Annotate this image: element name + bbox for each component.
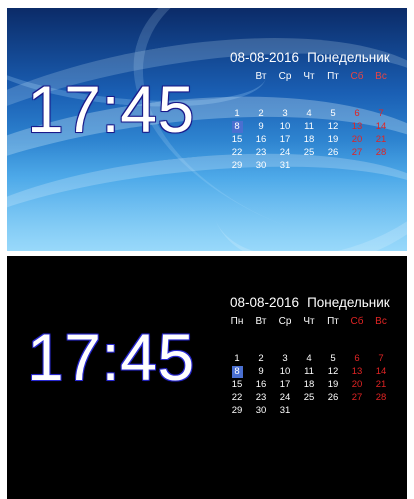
calendar-day: 29 xyxy=(231,160,243,171)
calendar-day: 6 xyxy=(354,108,360,119)
weekday-mon: Пн xyxy=(230,316,244,327)
calendar-grid: Пн Вт Ср Чт Пт Сб Вс 1 2 3 4 5 6 7 8 9 1… xyxy=(225,314,397,417)
calendar-day: 25 xyxy=(303,147,315,158)
calendar-day: 25 xyxy=(303,392,315,403)
calendar-day: 2 xyxy=(258,108,264,119)
calendar-day: 9 xyxy=(258,366,264,377)
clock-time: 17:45 xyxy=(27,72,195,146)
calendar-day: 28 xyxy=(375,392,387,403)
calendar-day-name: Понедельник xyxy=(307,295,390,310)
calendar-day: 7 xyxy=(378,108,384,119)
calendar-day: 20 xyxy=(351,134,363,145)
calendar-day: 1 xyxy=(234,108,240,119)
calendar-day: 16 xyxy=(255,379,267,390)
calendar-day: 5 xyxy=(330,353,336,364)
calendar-date: 08-08-2016 xyxy=(230,295,300,310)
calendar-day: 20 xyxy=(351,379,363,390)
calendar-day: 31 xyxy=(279,160,291,171)
clock-panel-wallpaper: 17:45 08-08-2016 Понедельник Пн Вт Ср Чт … xyxy=(7,8,407,251)
calendar-day: 12 xyxy=(327,121,339,132)
clock-time: 17:45 xyxy=(27,320,195,394)
calendar-day: 26 xyxy=(327,147,339,158)
calendar-day: 10 xyxy=(279,121,291,132)
weekday-wed: Ср xyxy=(278,316,292,327)
calendar-header: 08-08-2016 Понедельник xyxy=(225,295,397,311)
calendar-day-today: 8 xyxy=(225,120,249,133)
calendar-day: 30 xyxy=(255,405,267,416)
calendar-date: 08-08-2016 xyxy=(230,50,300,65)
calendar-day: 19 xyxy=(327,379,339,390)
calendar-day-today: 8 xyxy=(225,365,249,378)
calendar-day: 21 xyxy=(375,379,387,390)
calendar-day: 7 xyxy=(378,353,384,364)
weekday-thu: Чт xyxy=(303,316,315,327)
calendar-day: 10 xyxy=(279,366,291,377)
calendar-day: 31 xyxy=(279,405,291,416)
weekday-fri: Пт xyxy=(327,316,339,327)
calendar-widget: 08-08-2016 Понедельник Пн Вт Ср Чт Пт Сб … xyxy=(225,295,397,417)
weekday-sun: Вс xyxy=(375,71,387,82)
calendar-widget: 08-08-2016 Понедельник Пн Вт Ср Чт Пт Сб … xyxy=(225,50,397,172)
calendar-day: 22 xyxy=(231,392,243,403)
calendar-day: 14 xyxy=(375,366,387,377)
calendar-day: 3 xyxy=(282,353,288,364)
today-highlight: 8 xyxy=(231,366,243,378)
calendar-day: 29 xyxy=(231,405,243,416)
calendar-header: 08-08-2016 Понедельник xyxy=(225,50,397,66)
calendar-day: 5 xyxy=(330,108,336,119)
calendar-day: 14 xyxy=(375,121,387,132)
weekday-sat: Сб xyxy=(350,71,364,82)
calendar-day: 22 xyxy=(231,147,243,158)
calendar-day: 3 xyxy=(282,108,288,119)
weekday-tue: Вт xyxy=(255,71,267,82)
calendar-day: 12 xyxy=(327,366,339,377)
calendar-day: 18 xyxy=(303,134,315,145)
calendar-day: 4 xyxy=(306,353,312,364)
calendar-day: 16 xyxy=(255,134,267,145)
calendar-day: 11 xyxy=(304,121,314,132)
clock-panel-black: 17:45 08-08-2016 Понедельник Пн Вт Ср Чт … xyxy=(7,256,407,499)
calendar-day: 28 xyxy=(375,147,387,158)
calendar-day: 2 xyxy=(258,353,264,364)
calendar-day: 13 xyxy=(351,121,363,132)
calendar-day: 27 xyxy=(351,392,363,403)
calendar-day-name: Понедельник xyxy=(307,50,390,65)
calendar-day: 9 xyxy=(258,121,264,132)
weekday-fri: Пт xyxy=(327,71,339,82)
calendar-day: 15 xyxy=(231,134,243,145)
calendar-day: 1 xyxy=(234,353,240,364)
today-highlight: 8 xyxy=(231,121,243,133)
calendar-day: 26 xyxy=(327,392,339,403)
weekday-sun: Вс xyxy=(375,316,387,327)
calendar-day: 4 xyxy=(306,108,312,119)
calendar-grid: Пн Вт Ср Чт Пт Сб Вс 1 2 3 4 5 6 7 8 9 1… xyxy=(225,69,397,172)
weekday-thu: Чт xyxy=(303,71,315,82)
weekday-wed: Ср xyxy=(278,71,292,82)
weekday-tue: Вт xyxy=(255,316,267,327)
calendar-day: 13 xyxy=(351,366,363,377)
calendar-day: 18 xyxy=(303,379,315,390)
calendar-day: 19 xyxy=(327,134,339,145)
calendar-day: 27 xyxy=(351,147,363,158)
calendar-day: 24 xyxy=(279,147,291,158)
calendar-day: 23 xyxy=(255,392,267,403)
calendar-day: 23 xyxy=(255,147,267,158)
weekday-sat: Сб xyxy=(350,316,364,327)
calendar-day: 11 xyxy=(304,366,314,377)
calendar-day: 17 xyxy=(279,134,291,145)
calendar-day: 17 xyxy=(279,379,291,390)
calendar-day: 15 xyxy=(231,379,243,390)
calendar-day: 30 xyxy=(255,160,267,171)
calendar-day: 24 xyxy=(279,392,291,403)
calendar-day: 6 xyxy=(354,353,360,364)
calendar-day: 21 xyxy=(375,134,387,145)
